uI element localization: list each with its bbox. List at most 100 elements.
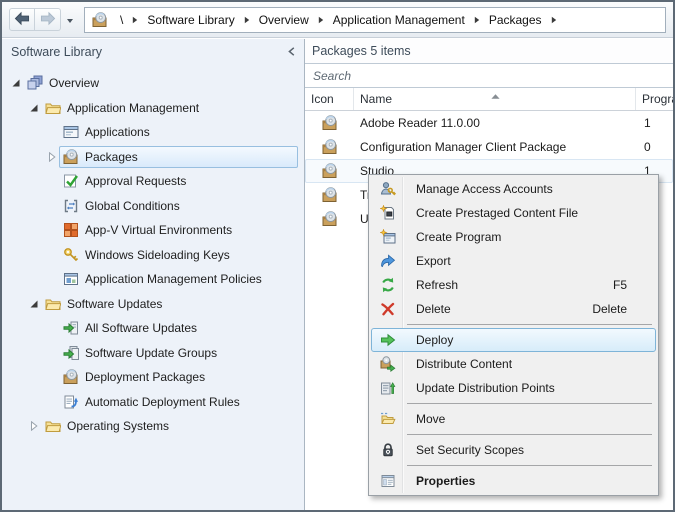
breadcrumb-item[interactable]: Overview bbox=[256, 13, 312, 27]
package-icon bbox=[305, 115, 354, 131]
forward-button[interactable] bbox=[35, 8, 61, 31]
tree-expander-icon[interactable] bbox=[26, 100, 41, 115]
menu-item-distribute-content[interactable]: Distribute Content bbox=[371, 352, 656, 376]
breadcrumb-separator-icon[interactable] bbox=[126, 16, 144, 24]
tree-item-body: Software Update Groups bbox=[59, 342, 298, 364]
breadcrumb-separator-icon[interactable] bbox=[468, 16, 486, 24]
tree-item-body: Global Conditions bbox=[59, 195, 298, 217]
navigation-pane: Software Library Overview Application Man… bbox=[2, 39, 305, 510]
tree-item-label: Global Conditions bbox=[85, 199, 180, 213]
sidebar-item-automatic-deployment-rules[interactable]: Automatic Deployment Rules bbox=[2, 390, 304, 415]
tree-item-body: Packages bbox=[59, 146, 298, 168]
column-header-programs[interactable]: Programs bbox=[636, 88, 673, 110]
menu-item-label: Refresh bbox=[416, 278, 458, 292]
menu-separator bbox=[407, 434, 652, 435]
package-programs-count: 0 bbox=[636, 140, 673, 154]
folder-icon bbox=[44, 99, 61, 116]
tree-item-body: Overview bbox=[23, 72, 298, 94]
tree-item-body: Application Management bbox=[41, 97, 298, 119]
menu-item-manage-access-accounts[interactable]: Manage Access Accounts bbox=[371, 177, 656, 201]
tree-expander-icon[interactable] bbox=[26, 296, 41, 311]
sidebar-item-applications[interactable]: Applications bbox=[2, 120, 304, 145]
tree-expander-icon[interactable] bbox=[26, 419, 41, 434]
tree-item-body: Operating Systems bbox=[41, 415, 298, 437]
breadcrumb-item[interactable]: \ bbox=[117, 13, 126, 27]
distribute-content-icon bbox=[380, 356, 396, 372]
sidebar-item-application-management[interactable]: Application Management bbox=[2, 96, 304, 121]
sidebar-item-approval-requests[interactable]: Approval Requests bbox=[2, 169, 304, 194]
tree-expander-icon[interactable] bbox=[8, 76, 23, 91]
breadcrumb-item[interactable]: Application Management bbox=[330, 13, 468, 27]
breadcrumb-items: \ Software Library Overview Application Man… bbox=[117, 13, 563, 27]
tree-item-label: Automatic Deployment Rules bbox=[85, 395, 240, 409]
tree-item-body: Application Management Policies bbox=[59, 268, 298, 290]
column-header-icon[interactable]: Icon bbox=[305, 88, 354, 110]
package-name: Adobe Reader 11.0.00 bbox=[354, 116, 636, 130]
tree-expander-icon[interactable] bbox=[44, 149, 59, 164]
breadcrumb-separator-icon[interactable] bbox=[238, 16, 256, 24]
history-dropdown-button[interactable] bbox=[66, 13, 74, 27]
sidebar-item-overview[interactable]: Overview bbox=[2, 71, 304, 96]
create-program-icon bbox=[380, 229, 396, 245]
global-conditions-icon bbox=[62, 197, 79, 214]
menu-item-set-security-scopes[interactable]: Set Security Scopes bbox=[371, 438, 656, 462]
breadcrumb-separator-icon[interactable] bbox=[545, 16, 563, 24]
menu-item-move[interactable]: Move bbox=[371, 407, 656, 431]
export-icon bbox=[380, 253, 396, 269]
sidebar-item-app-v-virtual-environments[interactable]: App-V Virtual Environments bbox=[2, 218, 304, 243]
breadcrumb-item[interactable]: Software Library bbox=[144, 13, 237, 27]
tree-item-body: Windows Sideloading Keys bbox=[59, 244, 298, 266]
back-button[interactable] bbox=[9, 8, 35, 31]
sidebar-item-software-updates[interactable]: Software Updates bbox=[2, 292, 304, 317]
sidebar-item-deployment-packages[interactable]: Deployment Packages bbox=[2, 365, 304, 390]
package-icon bbox=[305, 139, 354, 155]
menu-item-delete[interactable]: DeleteDelete bbox=[371, 297, 656, 321]
tree-item-body: Automatic Deployment Rules bbox=[59, 391, 298, 413]
tree-item-body: Deployment Packages bbox=[59, 366, 298, 388]
package-icon bbox=[305, 163, 354, 179]
sidebar-item-packages[interactable]: Packages bbox=[2, 145, 304, 170]
tree-item-label: All Software Updates bbox=[85, 321, 197, 335]
tree-item-label: App-V Virtual Environments bbox=[85, 223, 232, 237]
sidebar-item-application-management-policies[interactable]: Application Management Policies bbox=[2, 267, 304, 292]
back-arrow-icon bbox=[13, 11, 31, 29]
table-row[interactable]: Configuration Manager Client Package0 bbox=[305, 135, 673, 159]
sidebar-item-software-update-groups[interactable]: Software Update Groups bbox=[2, 341, 304, 366]
sidebar-item-windows-sideloading-keys[interactable]: Windows Sideloading Keys bbox=[2, 243, 304, 268]
expander-spacer bbox=[44, 247, 59, 262]
menu-item-create-program[interactable]: Create Program bbox=[371, 225, 656, 249]
expander-spacer bbox=[44, 198, 59, 213]
tree-item-label: Applications bbox=[85, 125, 150, 139]
sidebar-item-all-software-updates[interactable]: All Software Updates bbox=[2, 316, 304, 341]
navigation-toolbar: \ Software Library Overview Application Man… bbox=[2, 2, 673, 38]
menu-item-update-distribution-points[interactable]: Update Distribution Points bbox=[371, 376, 656, 400]
sidebar-item-global-conditions[interactable]: Global Conditions bbox=[2, 194, 304, 219]
breadcrumb-item[interactable]: Packages bbox=[486, 13, 545, 27]
menu-item-label: Update Distribution Points bbox=[416, 381, 555, 395]
folder-icon bbox=[44, 418, 61, 435]
sort-ascending-icon bbox=[491, 88, 500, 102]
collapse-pane-button[interactable] bbox=[288, 45, 295, 59]
package-name: Configuration Manager Client Package bbox=[354, 140, 636, 154]
tree-item-body: Software Updates bbox=[41, 293, 298, 315]
menu-item-export[interactable]: Export bbox=[371, 249, 656, 273]
tree-item-body: Applications bbox=[59, 121, 298, 143]
menu-item-label: Distribute Content bbox=[416, 357, 512, 371]
breadcrumb-separator-icon[interactable] bbox=[312, 16, 330, 24]
sidebar-item-operating-systems[interactable]: Operating Systems bbox=[2, 414, 304, 439]
expander-spacer bbox=[44, 370, 59, 385]
tree-item-label: Overview bbox=[49, 76, 99, 90]
search-input[interactable] bbox=[305, 64, 673, 87]
menu-item-create-prestaged-content-file[interactable]: Create Prestaged Content File bbox=[371, 201, 656, 225]
navigation-pane-header: Software Library bbox=[2, 39, 304, 65]
tree-item-label: Packages bbox=[85, 150, 138, 164]
tree-item-label: Software Updates bbox=[67, 297, 162, 311]
folder-icon bbox=[44, 295, 61, 312]
chevron-left-icon bbox=[288, 45, 295, 59]
menu-item-deploy[interactable]: Deploy bbox=[371, 328, 656, 352]
delete-icon bbox=[380, 301, 396, 317]
menu-item-properties[interactable]: Properties bbox=[371, 469, 656, 493]
table-row[interactable]: Adobe Reader 11.0.001 bbox=[305, 111, 673, 135]
menu-separator bbox=[407, 465, 652, 466]
menu-item-refresh[interactable]: RefreshF5 bbox=[371, 273, 656, 297]
